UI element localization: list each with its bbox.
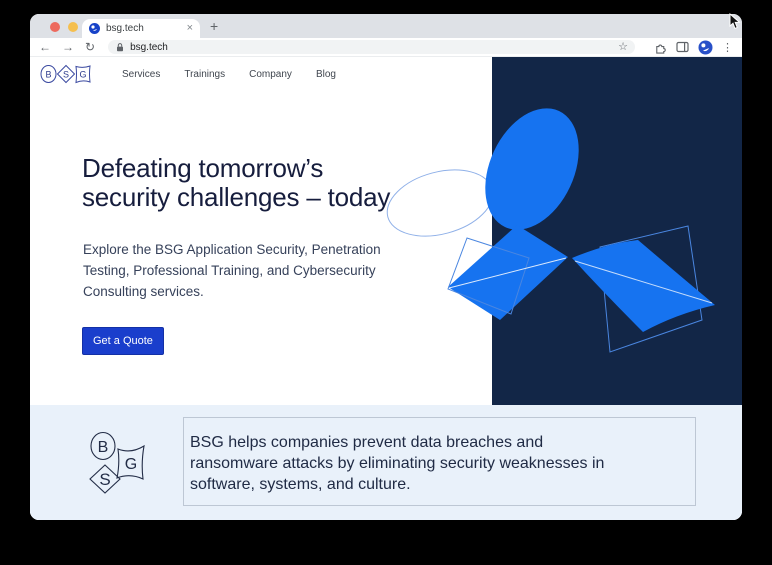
hero-dark-panel [492, 57, 742, 405]
extensions-puzzle-icon[interactable] [654, 41, 667, 54]
reload-icon[interactable]: ↻ [85, 41, 95, 53]
svg-text:G: G [125, 456, 137, 473]
mouse-cursor [729, 13, 741, 30]
page-content: B S G Services Trainings Company Blog De… [30, 57, 742, 520]
outline-ellipse-shape [386, 169, 494, 237]
browser-window: bsg.tech × + ← → ↻ bsg.tech ☆ ⋮ B S G Se… [30, 14, 742, 520]
site-header: B S G Services Trainings Company Blog [40, 63, 336, 85]
nav-link-services[interactable]: Services [122, 69, 160, 80]
tab-strip: bsg.tech × + [30, 14, 742, 38]
close-tab-icon[interactable]: × [187, 23, 193, 34]
forward-icon[interactable]: → [62, 41, 74, 53]
browser-toolbar: ← → ↻ bsg.tech ☆ ⋮ [30, 38, 742, 57]
close-window-button[interactable] [50, 22, 60, 32]
back-icon[interactable]: ← [39, 41, 51, 53]
minimize-window-button[interactable] [68, 22, 78, 32]
tab-favicon [89, 23, 100, 34]
browser-menu-icon[interactable]: ⋮ [722, 41, 733, 54]
profile-avatar[interactable] [698, 40, 713, 55]
intro-text-box: BSG helps companies prevent data breache… [183, 417, 696, 506]
svg-text:B: B [45, 70, 51, 80]
svg-text:B: B [98, 439, 109, 456]
browser-tab[interactable]: bsg.tech × [82, 19, 200, 38]
svg-text:S: S [99, 470, 110, 489]
new-tab-button[interactable]: + [210, 18, 218, 34]
intro-text: BSG helps companies prevent data breache… [190, 434, 605, 493]
nav-link-blog[interactable]: Blog [316, 69, 336, 80]
bookmark-star-icon[interactable]: ☆ [618, 41, 628, 53]
hero-section: B S G Services Trainings Company Blog De… [30, 57, 742, 405]
main-nav: Services Trainings Company Blog [122, 69, 336, 80]
hero-heading: Defeating tomorrow’s security challenges… [82, 153, 391, 212]
svg-text:G: G [79, 70, 86, 80]
get-a-quote-button[interactable]: Get a Quote [82, 327, 164, 355]
hero-paragraph: Explore the BSG Application Security, Pe… [83, 242, 381, 299]
bsg-logo[interactable]: B S G [40, 63, 92, 85]
side-panel-icon[interactable] [676, 41, 689, 53]
bsg-logo-mark: B S G [89, 431, 145, 494]
intro-section: B S G BSG helps companies prevent data b… [30, 405, 742, 520]
address-bar[interactable]: bsg.tech ☆ [108, 40, 635, 54]
svg-text:S: S [63, 70, 69, 80]
nav-link-trainings[interactable]: Trainings [184, 69, 225, 80]
nav-link-company[interactable]: Company [249, 69, 292, 80]
tab-title: bsg.tech [106, 23, 144, 34]
screenshot-root: { "browser": { "tab_title": "bsg.tech", … [0, 0, 772, 565]
url-text: bsg.tech [130, 41, 168, 53]
lock-icon [117, 42, 124, 51]
